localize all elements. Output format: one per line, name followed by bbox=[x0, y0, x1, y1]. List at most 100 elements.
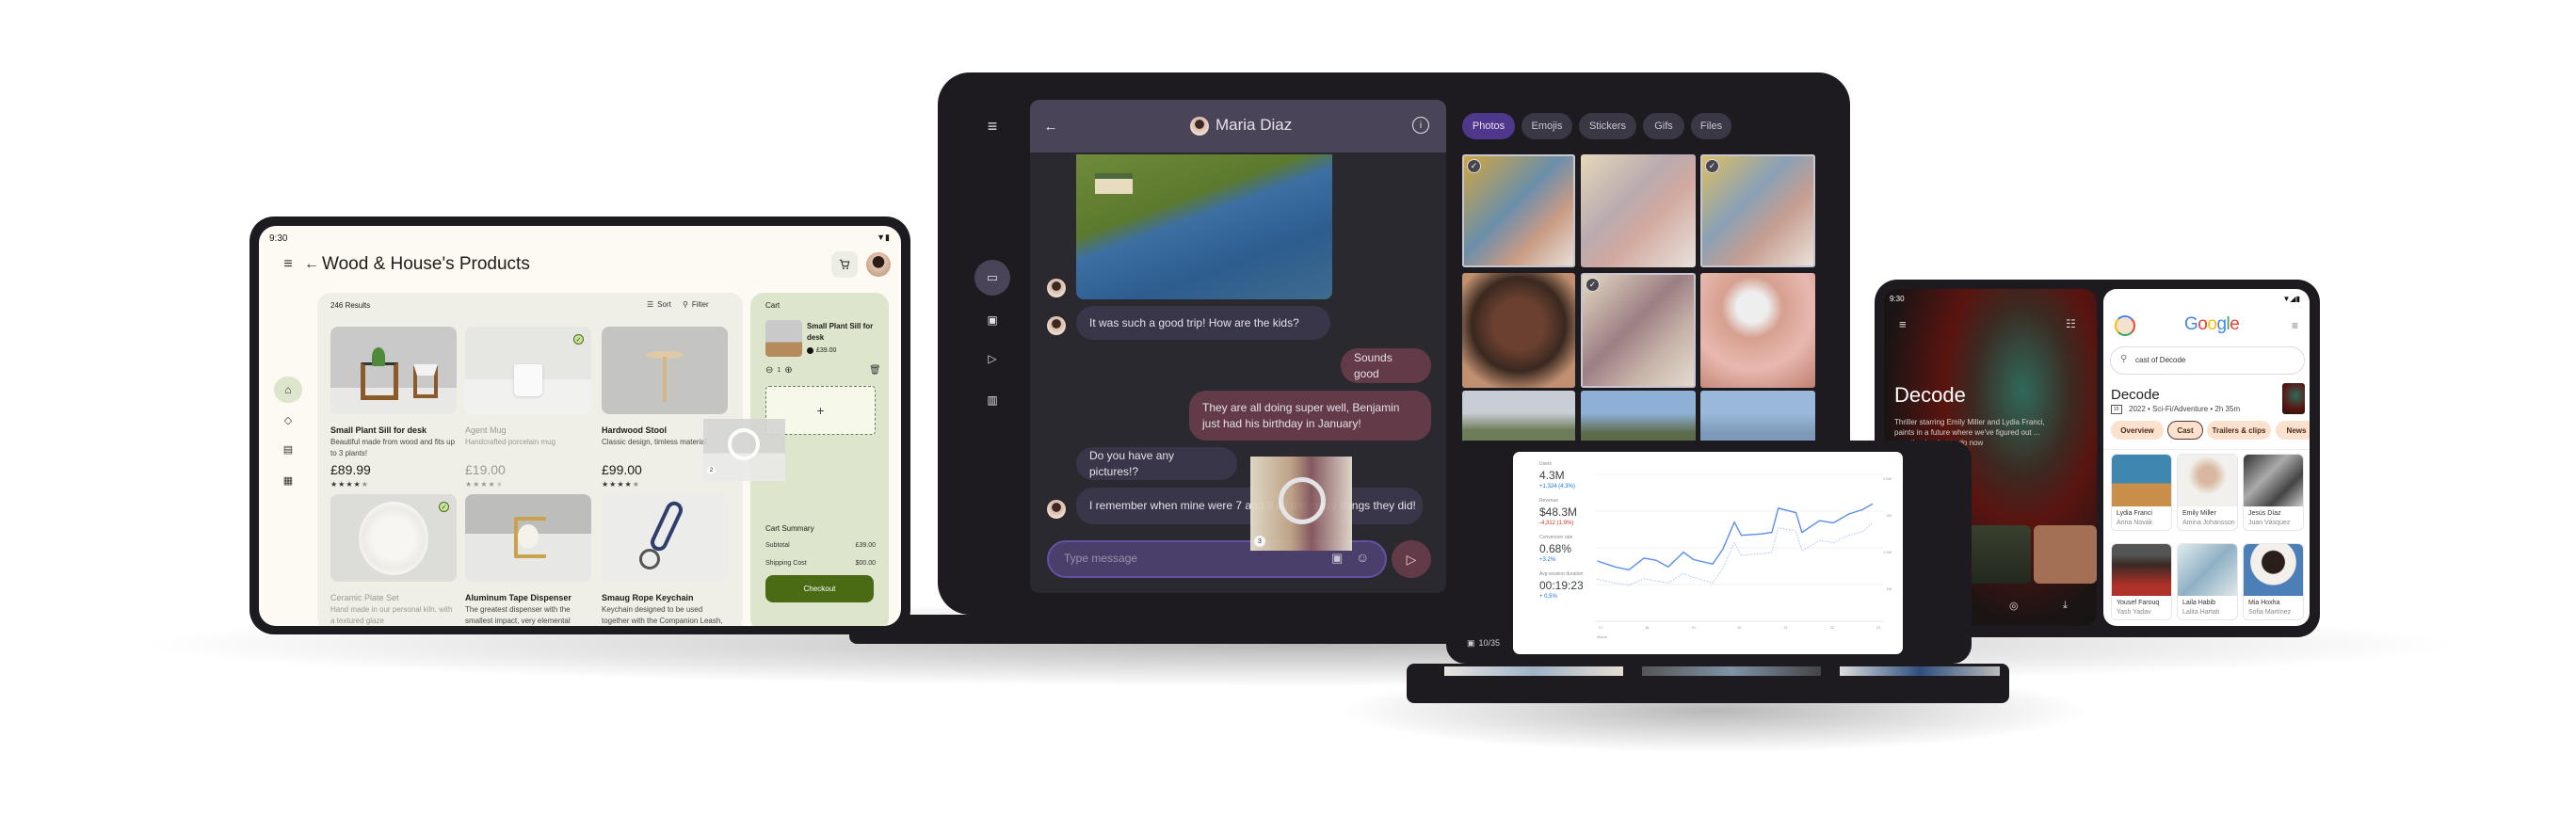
stat-label: Avg session duration bbox=[1539, 571, 1584, 577]
cast-card[interactable]: Jesús Díaz Juan Vásquez bbox=[2243, 454, 2304, 531]
product-card[interactable]: ✓ Ceramic Plate Set Hand made in our per… bbox=[330, 494, 457, 626]
info-icon[interactable]: i bbox=[1412, 117, 1429, 134]
product-image bbox=[465, 494, 591, 582]
photo-thumbnail[interactable] bbox=[1462, 391, 1575, 447]
shop-tablet: 9:30 ▼▮ ≡ ← Wood & House's Products ⌂ ◇ … bbox=[250, 217, 910, 634]
nav-tags[interactable]: ◇ bbox=[274, 410, 302, 429]
nav-store[interactable]: ▤ bbox=[274, 440, 302, 458]
photo-thumbnail[interactable] bbox=[1700, 391, 1815, 447]
product-card[interactable]: Aluminum Tape Dispenser The greatest dis… bbox=[465, 494, 591, 626]
y-tick-label: 2.5M bbox=[1883, 476, 1892, 481]
home-icon: ⌂ bbox=[284, 383, 292, 396]
product-name: Small Plant Sill for desk bbox=[330, 425, 427, 435]
cast-icon[interactable]: ◎ bbox=[2009, 600, 2019, 612]
movie-poster[interactable] bbox=[2282, 383, 2305, 414]
nav-video[interactable]: ▷ bbox=[983, 349, 1002, 368]
drag-preview[interactable]: 2 bbox=[703, 419, 785, 481]
cast-card[interactable]: Lydia Franci Anna Novák bbox=[2111, 454, 2172, 531]
tab-gifs[interactable]: Gifs bbox=[1643, 113, 1684, 139]
attach-image-icon[interactable]: ▣ bbox=[1331, 551, 1343, 566]
stat-label: Users bbox=[1539, 461, 1553, 467]
cart-button[interactable] bbox=[831, 251, 858, 278]
subtotal-value: £39.00 bbox=[855, 542, 876, 549]
nav-games[interactable]: ▥ bbox=[983, 391, 1002, 409]
product-image bbox=[602, 494, 728, 582]
photo-thumbnail[interactable]: ✓ bbox=[1462, 154, 1575, 267]
tab-emojis[interactable]: Emojis bbox=[1521, 113, 1572, 139]
movie-thumbnail[interactable] bbox=[2034, 525, 2097, 584]
search-input[interactable]: ⚲ cast of Decode bbox=[2110, 346, 2305, 375]
filter-button[interactable]: ⚲ Filter bbox=[683, 300, 709, 309]
house bbox=[1095, 173, 1133, 194]
decrease-quantity-button[interactable]: ⊖ bbox=[765, 365, 773, 376]
rating-stars: ★★★★★ bbox=[602, 480, 728, 489]
cast-role: Anna Novák bbox=[2117, 520, 2153, 526]
menu-icon[interactable]: ≡ bbox=[983, 117, 1002, 136]
x-tick-label: 19 bbox=[1691, 625, 1696, 630]
y-tick-label: 2M bbox=[1886, 513, 1892, 518]
nav-home[interactable]: ⌂ bbox=[274, 377, 302, 403]
tape-roll bbox=[518, 524, 539, 549]
video-thumbnail[interactable] bbox=[1642, 666, 1821, 676]
checkout-button[interactable]: Checkout bbox=[765, 575, 874, 602]
menu-icon[interactable]: ≡ bbox=[1899, 317, 1907, 331]
tab-photos[interactable]: Photos bbox=[1462, 113, 1515, 139]
tag-icon: ◇ bbox=[283, 414, 293, 426]
shared-photo[interactable] bbox=[1076, 154, 1332, 299]
chip-trailers[interactable]: Trailers & clips bbox=[2207, 421, 2271, 440]
rating-stars: ★★★★★ bbox=[330, 480, 457, 489]
menu-icon[interactable]: ≡ bbox=[2292, 319, 2298, 332]
video-thumbnail[interactable] bbox=[1444, 666, 1623, 676]
drag-preview[interactable]: 3 bbox=[1250, 457, 1352, 551]
cast-photo bbox=[2112, 455, 2171, 506]
account-avatar[interactable] bbox=[2115, 315, 2135, 336]
chip-overview[interactable]: Overview bbox=[2111, 421, 2164, 440]
photo-thumbnail[interactable] bbox=[1581, 154, 1696, 267]
download-icon[interactable]: ⤓ bbox=[2063, 600, 2068, 612]
photo-thumbnail[interactable] bbox=[1581, 391, 1696, 447]
photo-thumbnail[interactable]: ✓ bbox=[1700, 154, 1815, 267]
chip-news[interactable]: News bbox=[2276, 421, 2310, 440]
x-tick-label: 23 bbox=[1876, 625, 1881, 630]
cast-card[interactable]: Laila Habib Lalita Hartati bbox=[2177, 543, 2238, 620]
photo-thumbnail[interactable] bbox=[1700, 273, 1815, 388]
chat-header: ← Maria Diaz i bbox=[1030, 100, 1446, 152]
sort-button[interactable]: ☰ Sort bbox=[647, 300, 671, 309]
emoji-icon[interactable]: ☺ bbox=[1356, 550, 1369, 565]
nav-gallery[interactable]: ▣ bbox=[983, 311, 1002, 329]
back-arrow-icon[interactable]: ← bbox=[303, 256, 320, 273]
rating-stars: ★★★★★ bbox=[465, 480, 591, 489]
cast-card[interactable]: Emily Miller Amina Johansson bbox=[2177, 454, 2238, 531]
menu-icon[interactable]: ≡ bbox=[280, 256, 297, 273]
nav-chat[interactable]: ▭ bbox=[974, 260, 1010, 296]
y-tick-label: 1.5M bbox=[1883, 550, 1892, 554]
chip-cast[interactable]: Cast bbox=[2167, 421, 2203, 440]
drag-indicator bbox=[1279, 477, 1326, 524]
product-card[interactable]: Small Plant Sill for desk Beautiful made… bbox=[330, 327, 457, 489]
plate bbox=[359, 502, 428, 575]
photo-thumbnail[interactable]: ✓ bbox=[1581, 273, 1696, 388]
delete-icon[interactable]: 🗑 bbox=[869, 365, 881, 376]
cast-card[interactable]: Yousef Farouq Yash Yadav bbox=[2111, 543, 2172, 620]
photo-thumbnail[interactable] bbox=[1462, 273, 1575, 388]
tab-stickers[interactable]: Stickers bbox=[1579, 113, 1636, 139]
video-thumbnail[interactable] bbox=[1840, 666, 2000, 676]
send-button[interactable]: ▷ bbox=[1392, 540, 1431, 578]
filter-icon: ⚲ bbox=[683, 300, 688, 309]
tab-files[interactable]: Files bbox=[1691, 113, 1731, 139]
product-card[interactable]: ✓ Agent Mug Handcrafted porcelain mug £1… bbox=[465, 327, 591, 489]
product-card[interactable]: Smaug Rope Keychain Keychain designed to… bbox=[602, 494, 728, 626]
nav-orders[interactable]: ▦ bbox=[274, 471, 302, 489]
settings-sliders-icon[interactable]: ☷ bbox=[2066, 317, 2076, 330]
receipt-icon: ▦ bbox=[282, 474, 294, 487]
product-image bbox=[330, 327, 457, 414]
contact-avatar bbox=[1047, 316, 1066, 335]
user-avatar[interactable] bbox=[866, 252, 891, 277]
star-icon: ★ bbox=[465, 480, 474, 489]
movie-thumbnail[interactable] bbox=[1969, 525, 2031, 584]
back-arrow-icon[interactable]: ← bbox=[1041, 117, 1060, 136]
cast-card[interactable]: Mia Hoxha Sofia Martínez bbox=[2243, 543, 2304, 620]
contact-avatar bbox=[1047, 500, 1066, 519]
result-meta: 2022 • Sci-Fi/Adventure • 2h 35m bbox=[2129, 405, 2241, 413]
increase-quantity-button[interactable]: ⊕ bbox=[784, 365, 792, 376]
